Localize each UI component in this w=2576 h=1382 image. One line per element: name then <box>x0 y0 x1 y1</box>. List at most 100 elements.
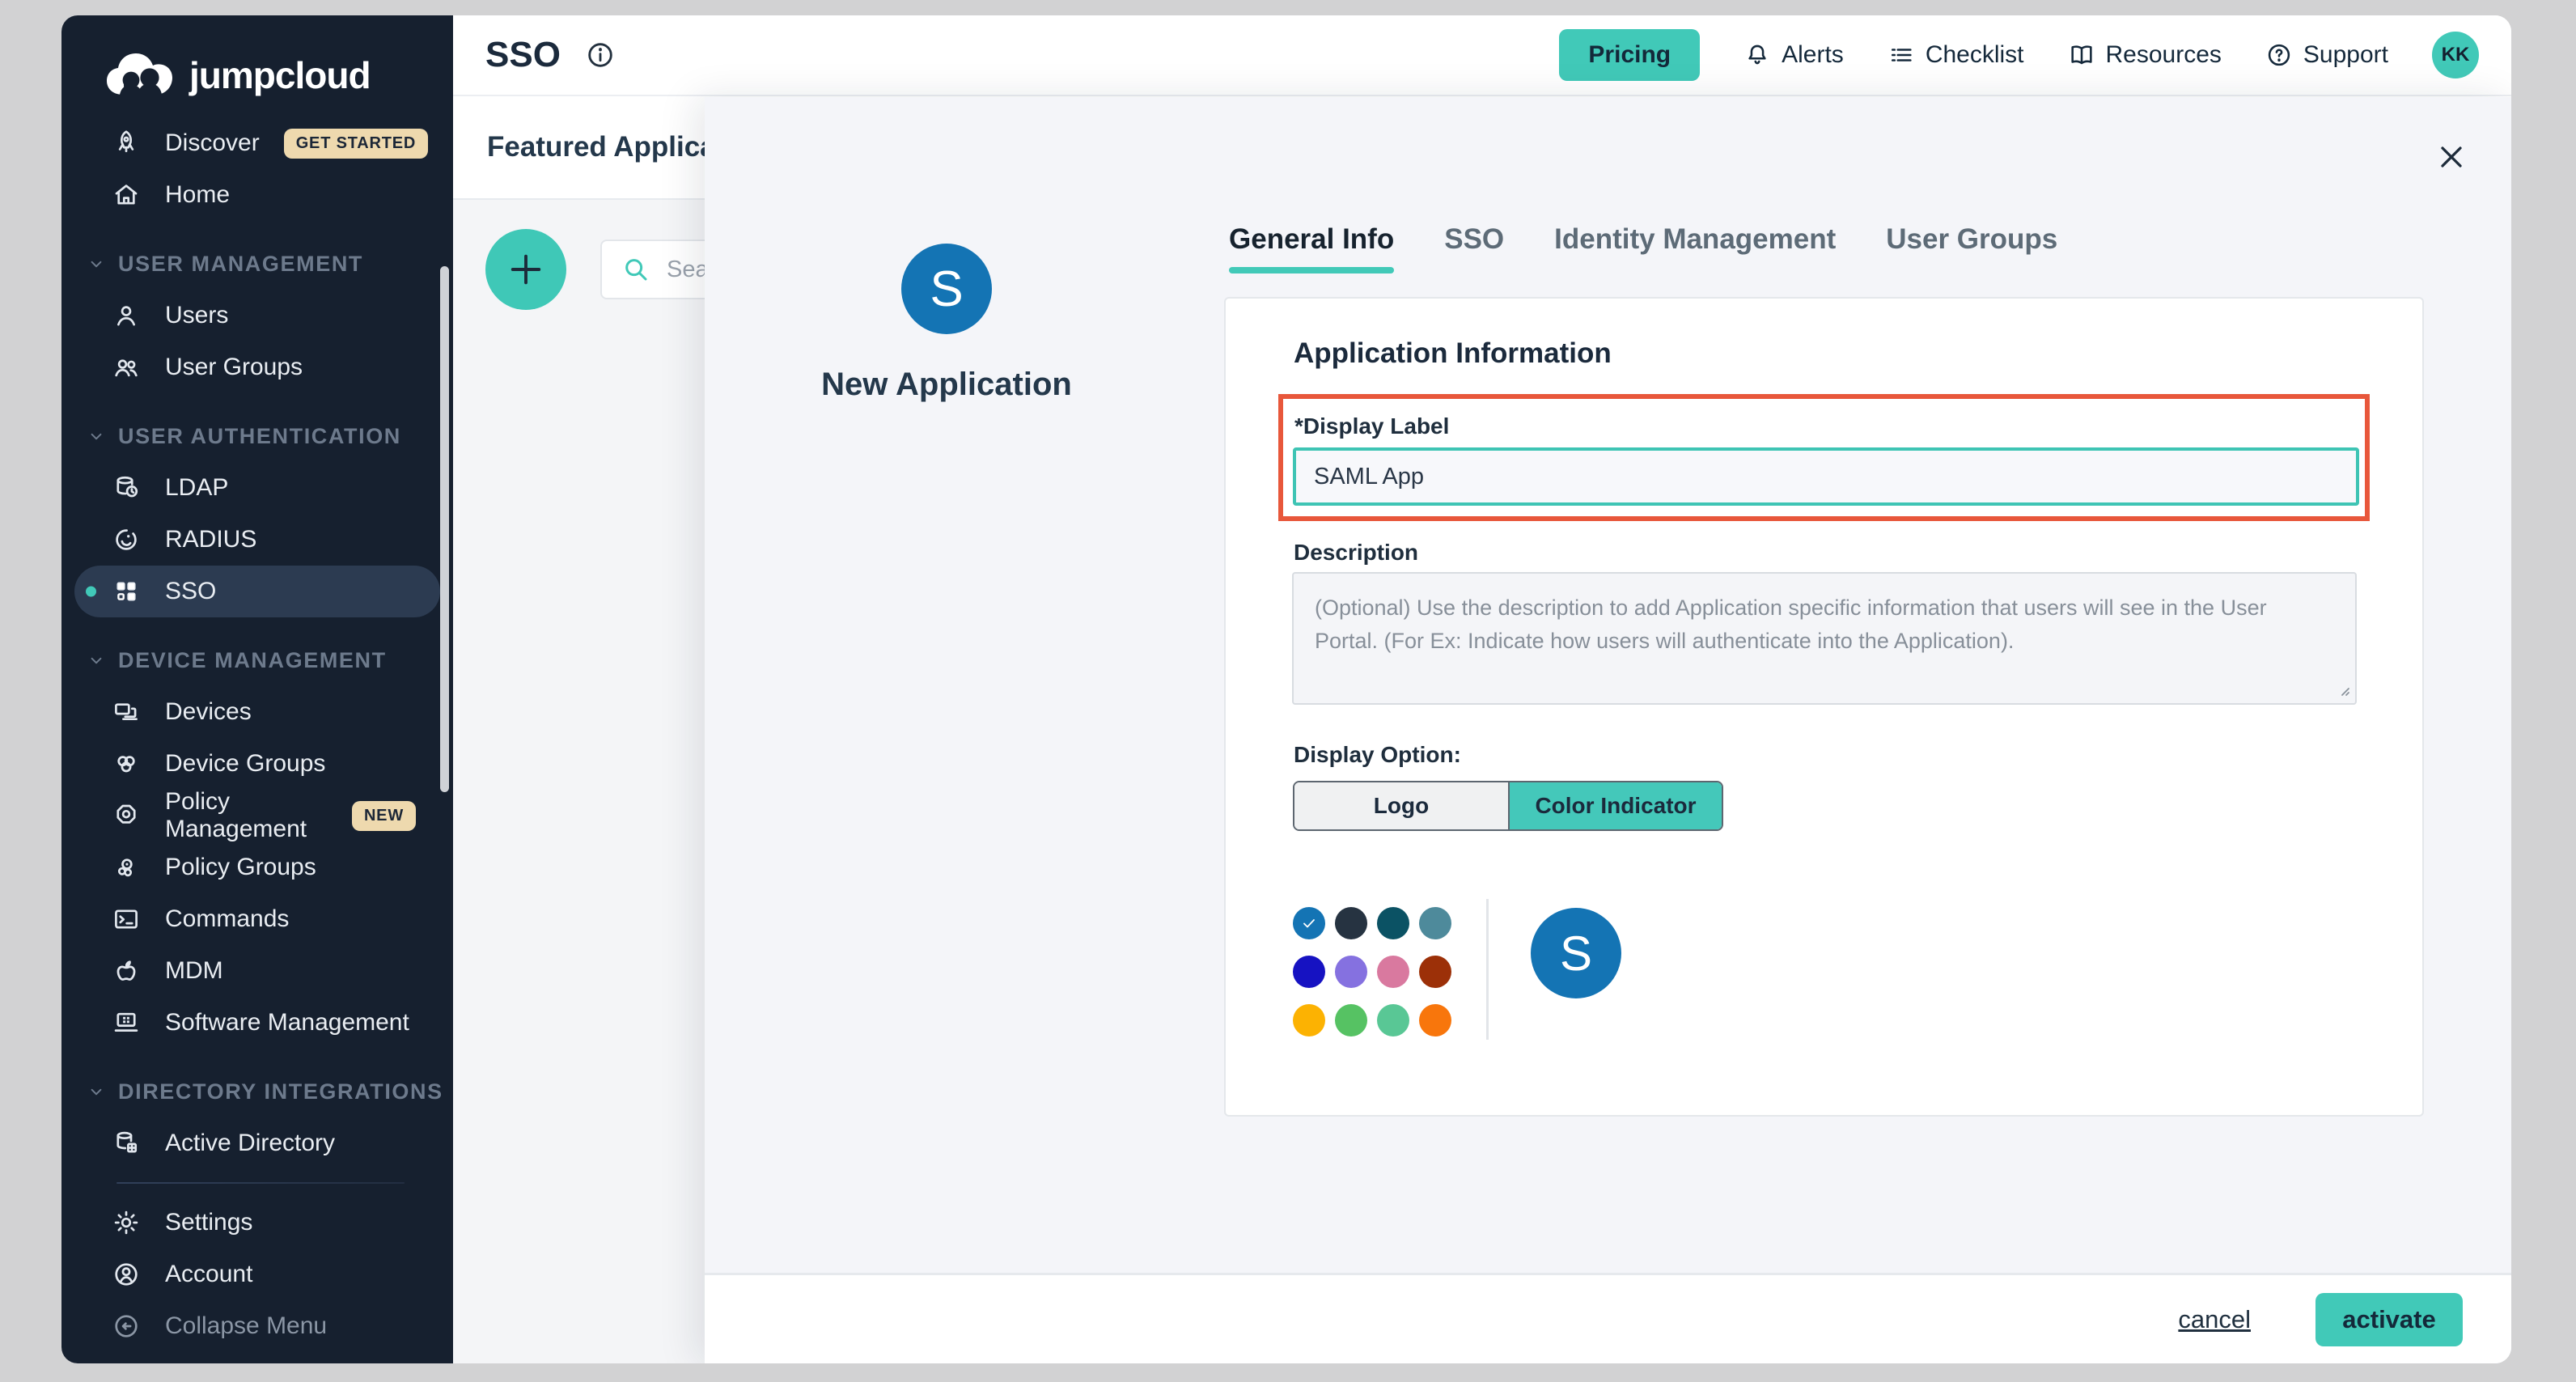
sidebar-item-label: RADIUS <box>165 526 256 553</box>
checklist-link[interactable]: Checklist <box>1888 41 2024 69</box>
color-swatch[interactable] <box>1293 956 1325 988</box>
software-management-icon <box>112 1008 141 1037</box>
sidebar-item-software-management[interactable]: Software Management <box>74 997 440 1049</box>
sidebar-item-label: Device Groups <box>165 750 325 778</box>
sidebar-section-user-management[interactable]: USER MANAGEMENT <box>61 238 453 290</box>
color-swatch[interactable] <box>1293 1004 1325 1036</box>
sidebar-item-label: Software Management <box>165 1009 409 1036</box>
display-label-highlight: *Display Label <box>1278 394 2370 521</box>
color-swatch[interactable] <box>1377 956 1409 988</box>
sidebar-section-directory-integrations[interactable]: DIRECTORY INTEGRATIONS <box>61 1066 453 1117</box>
color-swatch[interactable] <box>1335 907 1367 939</box>
home-icon <box>112 180 141 210</box>
chevron-down-icon <box>86 1081 107 1102</box>
close-icon <box>2434 139 2469 175</box>
plus-icon <box>505 248 547 290</box>
sidebar-scrollbar[interactable] <box>440 266 449 792</box>
topbar-right: Pricing Alerts Checklist <box>1559 29 2479 81</box>
question-circle-icon <box>2265 41 2293 69</box>
radius-dial-icon <box>112 525 141 554</box>
color-swatch[interactable] <box>1377 907 1409 939</box>
color-swatch[interactable] <box>1419 907 1451 939</box>
description-field-wrap <box>1292 572 2357 705</box>
cancel-link[interactable]: cancel <box>2178 1305 2251 1334</box>
tab-sso[interactable]: SSO <box>1444 223 1504 273</box>
jumpcloud-cloud-icon <box>100 49 178 101</box>
sidebar-item-user-groups[interactable]: User Groups <box>74 341 440 393</box>
tab-identity-management[interactable]: Identity Management <box>1554 223 1836 273</box>
sidebar-divider <box>117 1182 405 1184</box>
tab-user-groups[interactable]: User Groups <box>1886 223 2057 273</box>
add-application-button[interactable] <box>485 229 566 310</box>
activate-button[interactable]: activate <box>2315 1293 2463 1346</box>
policy-groups-icon <box>112 853 141 882</box>
display-option-toggle: Logo Color Indicator <box>1293 781 1723 831</box>
chevron-down-icon <box>86 253 107 274</box>
description-textarea[interactable] <box>1292 572 2357 705</box>
application-information-card: Application Information *Display Label D… <box>1224 297 2424 1117</box>
device-groups-icon <box>112 749 141 778</box>
tab-general-info[interactable]: General Info <box>1229 223 1394 273</box>
sidebar: jumpcloud Discover GET STARTED Home <box>61 15 453 1363</box>
support-link[interactable]: Support <box>2265 41 2388 69</box>
sidebar-item-mdm[interactable]: MDM <box>74 945 440 997</box>
sidebar-section-device-management[interactable]: DEVICE MANAGEMENT <box>61 634 453 686</box>
alerts-link[interactable]: Alerts <box>1743 41 1844 69</box>
color-swatch[interactable] <box>1335 956 1367 988</box>
sidebar-item-collapse-menu[interactable]: Collapse Menu <box>74 1300 440 1352</box>
sidebar-item-label: Policy Management <box>165 788 328 843</box>
color-palette <box>1293 907 1451 1036</box>
close-button[interactable] <box>2434 139 2469 175</box>
sidebar-item-policy-management[interactable]: Policy Management NEW <box>74 790 440 841</box>
sidebar-item-home[interactable]: Home <box>74 169 440 221</box>
sidebar-item-label: User Groups <box>165 354 303 381</box>
commands-terminal-icon <box>112 905 141 934</box>
sidebar-section-user-authentication[interactable]: USER AUTHENTICATION <box>61 410 453 462</box>
info-icon[interactable] <box>585 40 616 70</box>
sidebar-item-devices[interactable]: Devices <box>74 686 440 738</box>
sidebar-item-policy-groups[interactable]: Policy Groups <box>74 841 440 893</box>
color-swatch[interactable] <box>1377 1004 1409 1036</box>
sidebar-item-label: Devices <box>165 698 252 726</box>
sso-grid-icon <box>112 577 141 606</box>
resources-link[interactable]: Resources <box>2068 41 2222 69</box>
sidebar-item-device-groups[interactable]: Device Groups <box>74 738 440 790</box>
color-swatch-selected[interactable] <box>1293 907 1325 939</box>
chevron-down-icon <box>86 426 107 447</box>
sidebar-item-settings[interactable]: Settings <box>74 1197 440 1248</box>
active-directory-icon <box>112 1129 141 1158</box>
pricing-button[interactable]: Pricing <box>1559 29 1700 81</box>
app-window: jumpcloud Discover GET STARTED Home <box>61 15 2511 1363</box>
sidebar-item-users[interactable]: Users <box>74 290 440 341</box>
sidebar-item-label: MDM <box>165 957 223 985</box>
color-swatch[interactable] <box>1335 1004 1367 1036</box>
display-label-label: *Display Label <box>1294 413 1449 439</box>
sidebar-item-label: LDAP <box>165 474 228 502</box>
sidebar-item-label: Commands <box>165 905 289 933</box>
sidebar-item-commands[interactable]: Commands <box>74 893 440 945</box>
color-swatch[interactable] <box>1419 1004 1451 1036</box>
sidebar-item-sso[interactable]: SSO <box>74 566 440 617</box>
get-started-badge: GET STARTED <box>284 129 428 159</box>
sidebar-item-account[interactable]: Account <box>74 1248 440 1300</box>
sidebar-item-label: Settings <box>165 1209 252 1236</box>
user-icon <box>112 301 141 330</box>
database-clock-icon <box>112 473 141 502</box>
sidebar-item-ldap[interactable]: LDAP <box>74 462 440 514</box>
color-swatch[interactable] <box>1419 956 1451 988</box>
sidebar-item-radius[interactable]: RADIUS <box>74 514 440 566</box>
card-heading: Application Information <box>1294 337 1612 370</box>
avatar[interactable]: KK <box>2432 32 2479 78</box>
new-badge: NEW <box>352 801 416 831</box>
sidebar-item-discover[interactable]: Discover GET STARTED <box>74 117 440 169</box>
sidebar-item-active-directory[interactable]: Active Directory <box>74 1117 440 1169</box>
logo-option[interactable]: Logo <box>1294 782 1508 829</box>
color-indicator-option[interactable]: Color Indicator <box>1508 782 1722 829</box>
policy-management-icon <box>112 801 141 830</box>
resize-handle-icon[interactable] <box>2336 682 2352 698</box>
new-application-modal: S New Application General Info SSO Ident… <box>705 97 2511 1363</box>
page-title: SSO <box>485 35 561 75</box>
bell-icon <box>1743 41 1771 69</box>
sidebar-nav: Discover GET STARTED Home USER MANAGEMEN… <box>61 117 453 1352</box>
display-label-input[interactable] <box>1293 447 2359 506</box>
